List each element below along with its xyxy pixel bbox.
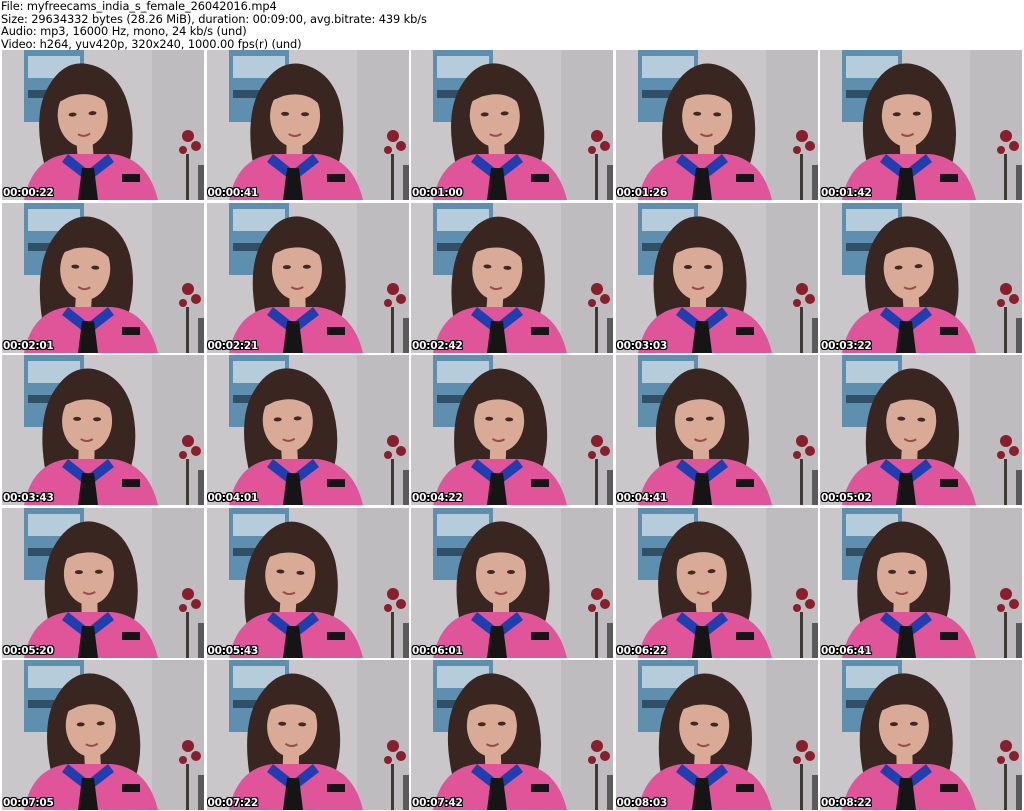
thumbnail-timestamp: 00:05:43 [207,644,259,657]
video-frame [2,50,204,200]
thumbnail-timestamp: 00:01:00 [412,187,463,199]
thumbnail: 00:05:02 [820,355,1022,505]
thumbnail-timestamp: 00:05:02 [821,492,872,504]
thumbnail-timestamp: 00:00:41 [207,187,259,199]
video-frame [615,355,818,505]
thumbnail: 00:05:43 [206,507,409,658]
thumbnail-timestamp: 00:04:22 [412,492,463,504]
thumbnail: 00:00:22 [2,50,204,200]
video-frame [411,202,613,353]
thumbnail-timestamp: 00:03:03 [616,339,668,352]
thumbnail: 00:07:42 [411,660,613,810]
thumbnail: 00:02:21 [206,202,409,353]
video-frame [2,660,204,810]
video-frame [820,50,1022,200]
video-frame [615,50,818,200]
thumbnail: 00:06:22 [615,507,818,658]
thumbnail: 00:03:22 [820,202,1022,353]
video-frame [411,50,613,200]
thumbnail-timestamp: 00:07:42 [412,797,463,809]
thumbnail: 00:03:03 [615,202,818,353]
thumbnail: 00:01:42 [820,50,1022,200]
thumbnail-timestamp: 00:04:41 [616,492,668,504]
thumbnail: 00:06:41 [820,507,1022,658]
video-frame [206,355,409,505]
video-frame [411,660,613,810]
video-frame [615,507,818,658]
video-frame [615,202,818,353]
video-frame [2,507,204,658]
thumbnail-timestamp: 00:06:41 [821,644,872,657]
thumbnail-timestamp: 00:04:01 [207,492,259,504]
thumbnail: 00:04:22 [411,355,613,505]
video-frame [820,507,1022,658]
thumbnail: 00:08:03 [615,660,818,810]
video-frame [820,202,1022,353]
thumbnail-timestamp: 00:03:22 [821,339,872,352]
thumbnail-timestamp: 00:08:22 [821,797,872,809]
thumbnail: 00:08:22 [820,660,1022,810]
thumbnail-timestamp: 00:03:43 [3,492,54,504]
thumbnail-timestamp: 00:02:01 [3,339,54,352]
audio-info-line: Audio: mp3, 16000 Hz, mono, 24 kb/s (und… [1,24,247,38]
thumbnail-timestamp: 00:07:05 [3,797,54,809]
thumbnail: 00:04:01 [206,355,409,505]
video-frame [2,202,204,353]
thumbnail-timestamp: 00:07:22 [207,797,259,809]
file-info-header: File: myfreecams_india_s_female_26042016… [0,0,1024,50]
thumbnail-timestamp: 00:08:03 [616,797,668,809]
thumbnail: 00:07:22 [206,660,409,810]
thumbnail: 00:03:43 [2,355,204,505]
video-frame [206,507,409,658]
thumbnail: 00:02:01 [2,202,204,353]
thumbnail-timestamp: 00:02:42 [412,339,463,352]
video-frame [820,660,1022,810]
video-info-line: Video: h264, yuv420p, 320x240, 1000.00 f… [1,36,302,51]
thumbnail-timestamp: 00:01:42 [821,187,872,199]
video-frame [615,660,818,810]
thumbnail-timestamp: 00:00:22 [3,187,54,199]
video-frame [206,660,409,810]
video-frame [206,50,409,200]
thumbnail: 00:05:20 [2,507,204,658]
thumbnail: 00:01:26 [615,50,818,200]
video-frame [411,355,613,505]
thumbnail: 00:01:00 [411,50,613,200]
thumbnail-timestamp: 00:06:22 [616,644,668,657]
video-frame [411,507,613,658]
thumbnail: 00:06:01 [411,507,613,658]
video-frame [820,355,1022,505]
thumbnail: 00:02:42 [411,202,613,353]
video-frame [2,355,204,505]
thumbnail-timestamp: 00:02:21 [207,339,259,352]
thumbnail-timestamp: 00:06:01 [412,644,463,657]
thumbnail: 00:04:41 [615,355,818,505]
thumbnail: 00:00:41 [206,50,409,200]
video-frame [206,202,409,353]
thumbnail-timestamp: 00:01:26 [616,187,668,199]
thumbnail: 00:07:05 [2,660,204,810]
file-name-line: File: myfreecams_india_s_female_26042016… [1,0,277,13]
thumbnail-grid: 00:00:22 00:00:41 00:01:00 00:01:26 00:0… [2,50,1022,810]
thumbnail-timestamp: 00:05:20 [3,644,54,657]
